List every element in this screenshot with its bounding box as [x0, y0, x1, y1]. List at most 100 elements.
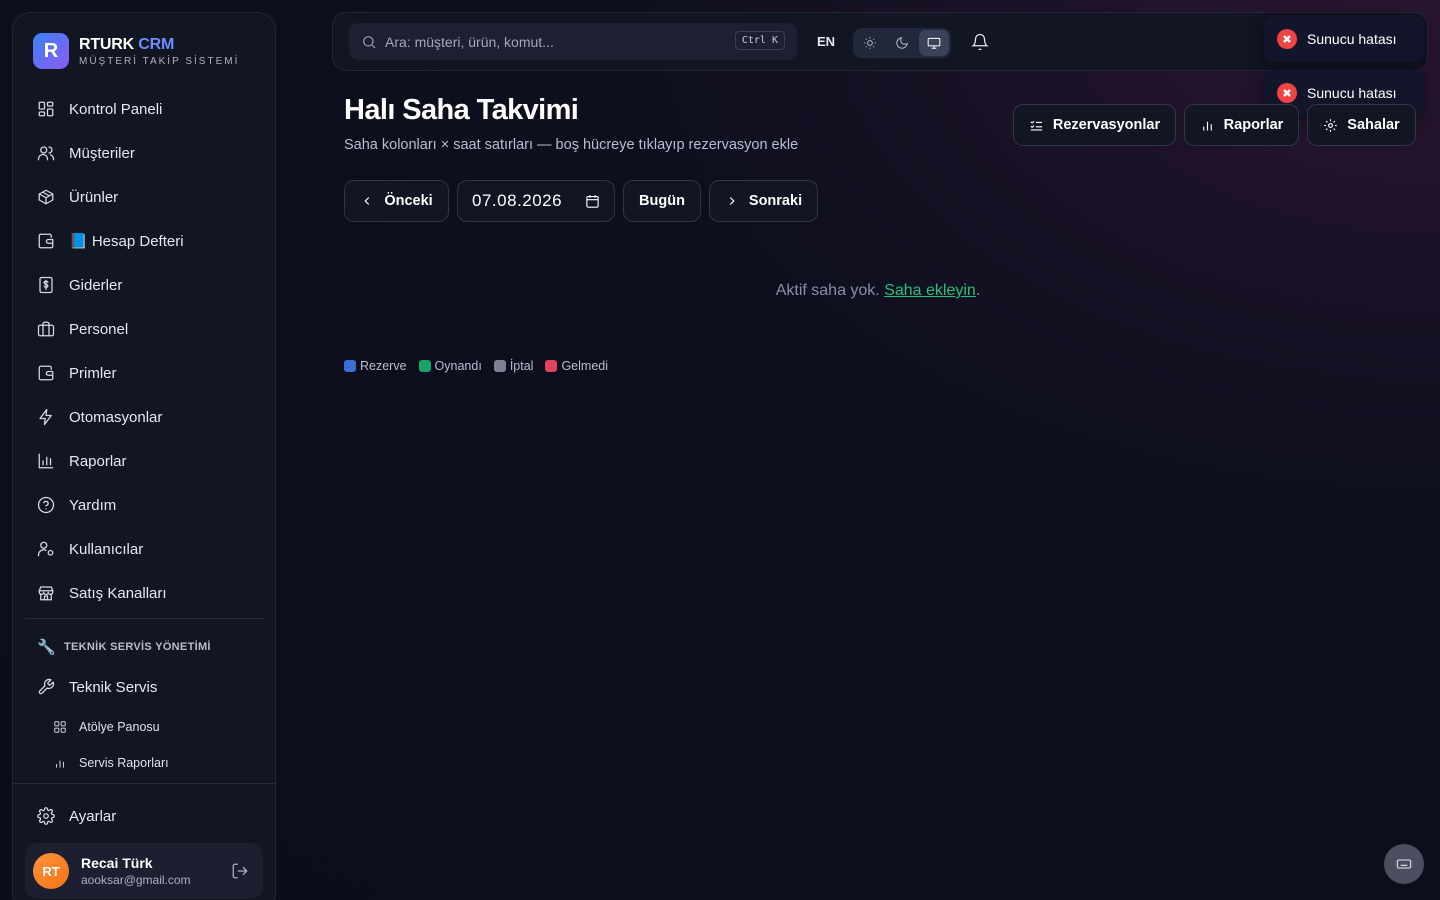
search-icon: [363, 35, 376, 48]
date-picker-input[interactable]: 07.08.2026: [457, 180, 615, 222]
notifications-button[interactable]: [971, 33, 989, 51]
user-name: Recai Türk: [81, 855, 153, 871]
bell-icon: [971, 33, 989, 51]
sidebar-item-staff[interactable]: Personel: [25, 307, 265, 351]
list-check-icon: [1030, 120, 1043, 130]
sidebar-item-label: Yardım: [69, 496, 117, 514]
sidebar-item-products[interactable]: Ürünler: [25, 175, 265, 219]
bar-chart-icon: [1202, 121, 1212, 130]
legend-swatch: [545, 360, 558, 372]
sidebar-item-customers[interactable]: Müşteriler: [25, 131, 265, 175]
sidebar-item-label: Raporlar: [69, 452, 127, 470]
next-day-button[interactable]: Sonraki: [709, 180, 818, 222]
sidebar-item-label: Ürünler: [69, 188, 119, 206]
wrench-emoji-icon: 🔧: [37, 639, 56, 656]
theme-system-button[interactable]: [919, 30, 949, 56]
moon-icon: [896, 37, 908, 49]
sidebar-item-label: Ayarlar: [69, 807, 117, 825]
brand[interactable]: R RTURK CRM MÜŞTERİ TAKİP SİSTEMİ: [33, 33, 239, 69]
sidebar-item-settings[interactable]: Ayarlar: [25, 794, 263, 838]
sidebar-item-help[interactable]: Yardım: [25, 483, 265, 527]
lightning-icon: [39, 408, 52, 426]
sidebar-item-reports[interactable]: Raporlar: [25, 439, 265, 483]
error-toast[interactable]: Sunucu hatası: [1264, 16, 1424, 62]
bar-chart-icon: [38, 453, 54, 469]
user-cog-icon: [37, 541, 54, 557]
error-icon: [1277, 83, 1297, 103]
toast-message: Sunucu hatası: [1307, 31, 1397, 47]
users-icon: [37, 146, 55, 161]
sidebar-item-label: Otomasyonlar: [69, 408, 163, 426]
status-legend: Rezerve Oynandı İptal Gelmedi: [344, 359, 608, 373]
legend-item-no-show: Gelmedi: [545, 359, 608, 373]
store-icon: [38, 586, 54, 601]
page-title: Halı Saha Takvimi: [344, 94, 579, 126]
sidebar-subitem-workshop-board[interactable]: Atölye Panosu: [25, 709, 265, 745]
avatar: RT: [33, 853, 69, 889]
theme-switcher: [853, 28, 951, 58]
sidebar-divider: [25, 618, 265, 619]
reports-button[interactable]: Raporlar: [1184, 104, 1299, 146]
legend-swatch: [344, 360, 356, 372]
sidebar-item-label: Personel: [69, 320, 129, 338]
sun-icon: [864, 37, 876, 49]
chevron-left-icon: [364, 197, 370, 205]
sidebar-item-label: Kullanıcılar: [69, 540, 144, 558]
sidebar-item-bonuses[interactable]: Primler: [25, 351, 265, 395]
brand-logo: R: [33, 33, 69, 69]
keyboard-shortcuts-button[interactable]: [1384, 844, 1424, 884]
today-button[interactable]: Bugün: [623, 180, 701, 222]
sidebar-item-sales-channels[interactable]: Satış Kanalları: [25, 571, 265, 615]
sidebar-subitem-label: Atölye Panosu: [79, 720, 160, 734]
sidebar-nav: Kontrol Paneli Müşteriler Ürünler 📘 Hesa…: [25, 87, 265, 781]
search-input[interactable]: [385, 33, 725, 50]
help-icon: [37, 496, 55, 514]
toast-message: Sunucu hatası: [1307, 85, 1397, 101]
previous-day-button[interactable]: Önceki: [344, 180, 449, 222]
dashboard-icon: [38, 101, 54, 117]
logout-icon: [232, 863, 248, 879]
sidebar: R RTURK CRM MÜŞTERİ TAKİP SİSTEMİ Kontro…: [12, 12, 276, 900]
sidebar-item-dashboard[interactable]: Kontrol Paneli: [25, 87, 265, 131]
add-field-link[interactable]: Saha ekleyin: [884, 282, 976, 299]
legend-swatch: [493, 360, 506, 372]
wallet-icon: [38, 365, 54, 381]
brand-subtitle: MÜŞTERİ TAKİP SİSTEMİ: [79, 55, 240, 67]
sidebar-item-tech-service[interactable]: Teknik Servis: [25, 665, 265, 709]
legend-swatch: [418, 360, 431, 372]
sidebar-item-automations[interactable]: Otomasyonlar: [25, 395, 265, 439]
chevron-right-icon: [729, 197, 735, 205]
brand-name: RTURK CRM: [79, 35, 175, 53]
legend-item-played: Oynandı: [418, 359, 482, 373]
legend-item-reserved: Rezerve: [344, 359, 407, 373]
logout-button[interactable]: [231, 862, 249, 880]
sidebar-item-label: Müşteriler: [69, 144, 135, 162]
calendar-icon[interactable]: [585, 194, 600, 209]
briefcase-icon: [37, 321, 55, 337]
wrench-icon: [38, 678, 55, 695]
sidebar-subitem-service-reports[interactable]: Servis Raporları: [25, 745, 265, 781]
bar-chart-icon: [56, 760, 64, 768]
wallet-icon: [38, 233, 54, 249]
box-icon: [38, 189, 54, 205]
language-toggle[interactable]: EN: [817, 34, 835, 49]
theme-dark-button[interactable]: [887, 30, 917, 56]
sidebar-subitem-label: Servis Raporları: [79, 756, 169, 770]
user-card[interactable]: RT Recai Türk aooksar@gmail.com: [25, 843, 263, 899]
sidebar-item-users[interactable]: Kullanıcılar: [25, 527, 265, 571]
date-value: 07.08.2026: [472, 191, 563, 210]
legend-item-cancelled: İptal: [493, 359, 533, 373]
search-box[interactable]: Ctrl K: [349, 23, 797, 60]
search-shortcut-badge: Ctrl K: [734, 31, 785, 50]
sidebar-item-label: Primler: [69, 364, 117, 382]
sidebar-item-label: Teknik Servis: [69, 678, 158, 696]
page-subtitle: Saha kolonları × saat satırları — boş hü…: [344, 137, 799, 153]
fields-button[interactable]: Sahalar: [1307, 104, 1416, 146]
theme-light-button[interactable]: [855, 30, 885, 56]
sidebar-item-label: Kontrol Paneli: [69, 100, 163, 118]
monitor-icon: [927, 37, 941, 49]
reservations-button[interactable]: Rezervasyonlar: [1013, 104, 1176, 146]
sidebar-item-ledger[interactable]: 📘 Hesap Defteri: [25, 219, 265, 263]
section-title-tech-service: 🔧 TEKNİK SERVİS YÖNETİMİ: [37, 639, 211, 656]
sidebar-footer: Ayarlar: [13, 783, 275, 838]
